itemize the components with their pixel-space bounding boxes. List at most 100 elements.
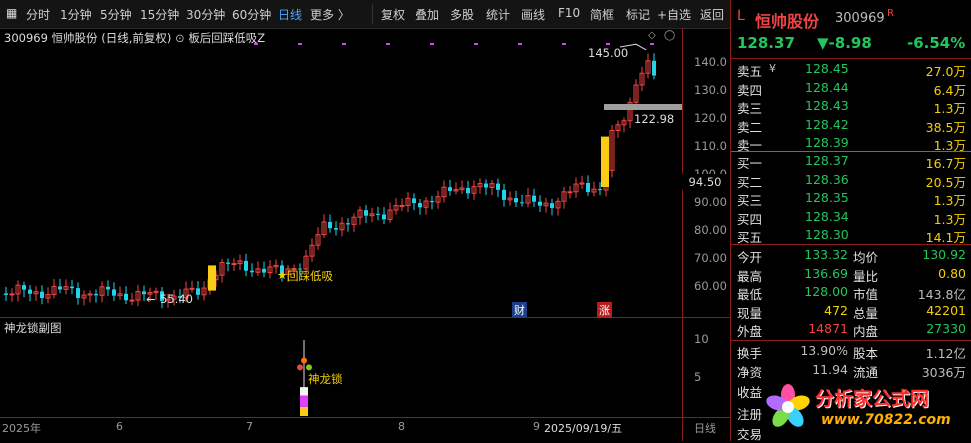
price-change-pct: -6.54% xyxy=(907,34,966,52)
sub-dot xyxy=(297,364,303,371)
candle xyxy=(573,177,579,198)
y-tick: 80.00 xyxy=(694,223,727,237)
candle xyxy=(448,179,452,196)
finance-badge[interactable]: 财 xyxy=(512,302,527,318)
stat-row: 现量 472 总量 42201 xyxy=(731,303,971,321)
r-mark: R xyxy=(887,8,894,19)
watermark-logo: 分析家公式网 www.70822.com xyxy=(763,380,969,436)
rise-badge[interactable]: 涨 xyxy=(597,302,612,318)
settings-icon[interactable]: ◯ xyxy=(664,30,675,41)
stat-row: 外盘 14871 内盘 27330 xyxy=(731,321,971,339)
tab-more[interactable]: 更多 〉 xyxy=(310,6,350,23)
ask-row: 卖二 128.42 38.5万 xyxy=(731,116,971,135)
bid-volume: 20.5万 xyxy=(925,174,966,190)
candlestick-chart[interactable] xyxy=(0,28,730,441)
time-axis-line xyxy=(0,417,730,418)
candle xyxy=(94,289,98,303)
candle xyxy=(40,285,44,305)
add-watchlist-button[interactable]: +自选 xyxy=(657,6,691,23)
collapse-icon[interactable]: ◇ xyxy=(648,30,656,41)
stat-value: 27330 xyxy=(926,321,966,336)
stat-value: 1.12亿 xyxy=(925,346,966,361)
back-button[interactable]: 返回 xyxy=(700,6,724,23)
overlay-button[interactable]: 叠加 xyxy=(415,6,439,23)
tab-fenshi[interactable]: 分时 xyxy=(26,6,50,23)
candle xyxy=(376,206,380,221)
l-flag: L xyxy=(737,8,745,24)
stat-label: 最高 xyxy=(737,268,763,284)
bid-label: 买一 xyxy=(737,156,763,171)
stat-label: 最低 xyxy=(737,287,763,302)
tab-15min[interactable]: 15分钟 xyxy=(140,6,179,23)
bid-price: 128.36 xyxy=(805,171,849,187)
y-tick: 110.0 xyxy=(694,139,727,153)
signal-dot xyxy=(474,43,478,45)
draw-line-button[interactable]: 画线 xyxy=(521,6,545,23)
stat-label: 外盘 xyxy=(737,324,763,339)
candle xyxy=(555,197,561,216)
candle xyxy=(652,53,656,80)
f10-button[interactable]: F10 xyxy=(558,6,580,20)
candle xyxy=(532,188,536,208)
stat-label: 现量 xyxy=(737,305,763,321)
current-price-label: 94.50 xyxy=(682,174,728,190)
tab-daily[interactable]: 日线 xyxy=(278,6,302,23)
high-marker: 145.00 xyxy=(588,46,629,60)
sub-chart-name: 神龙锁副图 xyxy=(4,321,62,335)
tab-60min[interactable]: 60分钟 xyxy=(232,6,271,23)
tab-1min[interactable]: 1分钟 xyxy=(60,6,92,23)
low-arrow: ← xyxy=(146,292,156,306)
sub-block xyxy=(300,395,308,407)
ask-row: 卖四 128.44 6.4万 xyxy=(731,80,971,98)
sub-chart-title: 神龙锁副图 xyxy=(4,320,62,336)
mark-button[interactable]: 标记 xyxy=(626,6,650,23)
restore-rights-button[interactable]: 复权 xyxy=(381,6,405,23)
x-tick: 6 xyxy=(116,420,123,433)
statistics-button[interactable]: 统计 xyxy=(486,6,510,23)
candle xyxy=(106,280,110,296)
eps-label: 收益 xyxy=(737,385,763,400)
candle xyxy=(435,190,441,209)
candle xyxy=(382,207,386,224)
quote-panel: L 恒帅股份 300969 R 128.37 ▼-8.98 -6.54% 卖五 1… xyxy=(730,0,971,442)
simple-frame-button[interactable]: 简框 xyxy=(590,6,614,23)
ask-row: 卖三 128.43 1.3万 xyxy=(731,98,971,116)
stat-label: 量比 xyxy=(853,268,879,284)
ask-price: 128.39 xyxy=(805,135,849,150)
bid-row: 买二 128.36 20.5万 xyxy=(731,171,971,190)
stat-value: 133.32 xyxy=(804,247,848,262)
tab-30min[interactable]: 30分钟 xyxy=(186,6,225,23)
candle xyxy=(525,188,531,208)
ask-price: 128.42 xyxy=(805,116,849,132)
price-row: 128.37 ▼-8.98 -6.54% xyxy=(731,34,971,54)
bid-label: 买二 xyxy=(737,174,763,190)
signal-dot xyxy=(562,43,566,45)
tab-5min[interactable]: 5分钟 xyxy=(100,6,132,23)
stat-value: 143.8亿 xyxy=(917,287,966,302)
sub-block xyxy=(300,387,308,396)
grid-icon[interactable]: ▦ xyxy=(6,6,17,20)
candle xyxy=(369,207,375,223)
stat-row: 最低 128.00 市值 143.8亿 xyxy=(731,284,971,302)
quote-header: L 恒帅股份 300969 R xyxy=(731,8,971,31)
candle xyxy=(124,286,128,305)
stat-row: 净资 11.94 流通 3036万 xyxy=(731,362,971,380)
stat-value: 128.00 xyxy=(804,284,848,299)
price-line-label: 122.98 xyxy=(634,112,675,126)
ask-label: 卖三 xyxy=(737,101,763,116)
pullback-label: 回踩低吸 xyxy=(287,269,333,283)
bid-volume: 16.7万 xyxy=(925,156,966,171)
candle xyxy=(489,179,495,196)
multi-stock-button[interactable]: 多股 xyxy=(450,6,474,23)
stat-value: 3036万 xyxy=(921,364,966,380)
ask-label: 卖四 xyxy=(737,82,763,98)
candle xyxy=(328,214,332,233)
candle xyxy=(237,254,243,270)
signal-dot xyxy=(606,43,610,45)
candle xyxy=(477,178,483,194)
flower-icon xyxy=(766,384,810,427)
bid-row: 买三 128.35 1.3万 xyxy=(731,190,971,208)
stat-row: 最高 136.69 量比 0.80 xyxy=(731,266,971,284)
candle xyxy=(609,125,615,178)
candle xyxy=(627,97,633,129)
